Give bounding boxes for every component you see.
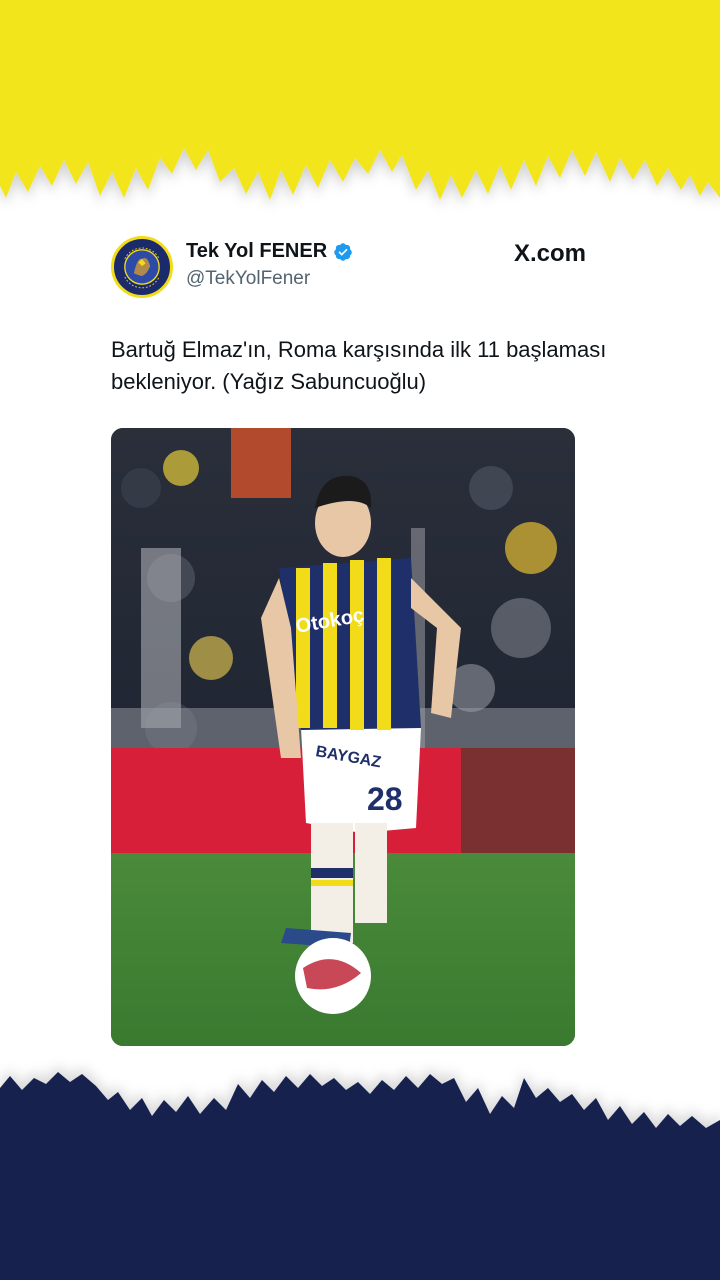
tweet-text: Bartuğ Elmaz'ın, Roma karşısında ilk 11 … [111, 337, 607, 394]
club-crest-icon [116, 241, 168, 293]
tweet-photo[interactable]: Otokoç BAYGAZ 28 [111, 428, 575, 1046]
shirt-number-text: 28 [367, 781, 403, 817]
football-player-photo: Otokoç BAYGAZ 28 [111, 428, 575, 1046]
bottom-torn-band [0, 1072, 720, 1280]
source-label-text: X.com [514, 240, 587, 267]
source-label: X.com [514, 240, 586, 268]
tweet-author-name[interactable]: Tek Yol FENER [186, 240, 327, 263]
tweet-author-handle[interactable]: @TekYolFener [186, 268, 310, 290]
tweet-author-name-row[interactable]: Tek Yol FENER [186, 240, 353, 263]
avatar[interactable] [111, 236, 173, 298]
verified-badge-icon [334, 242, 352, 261]
